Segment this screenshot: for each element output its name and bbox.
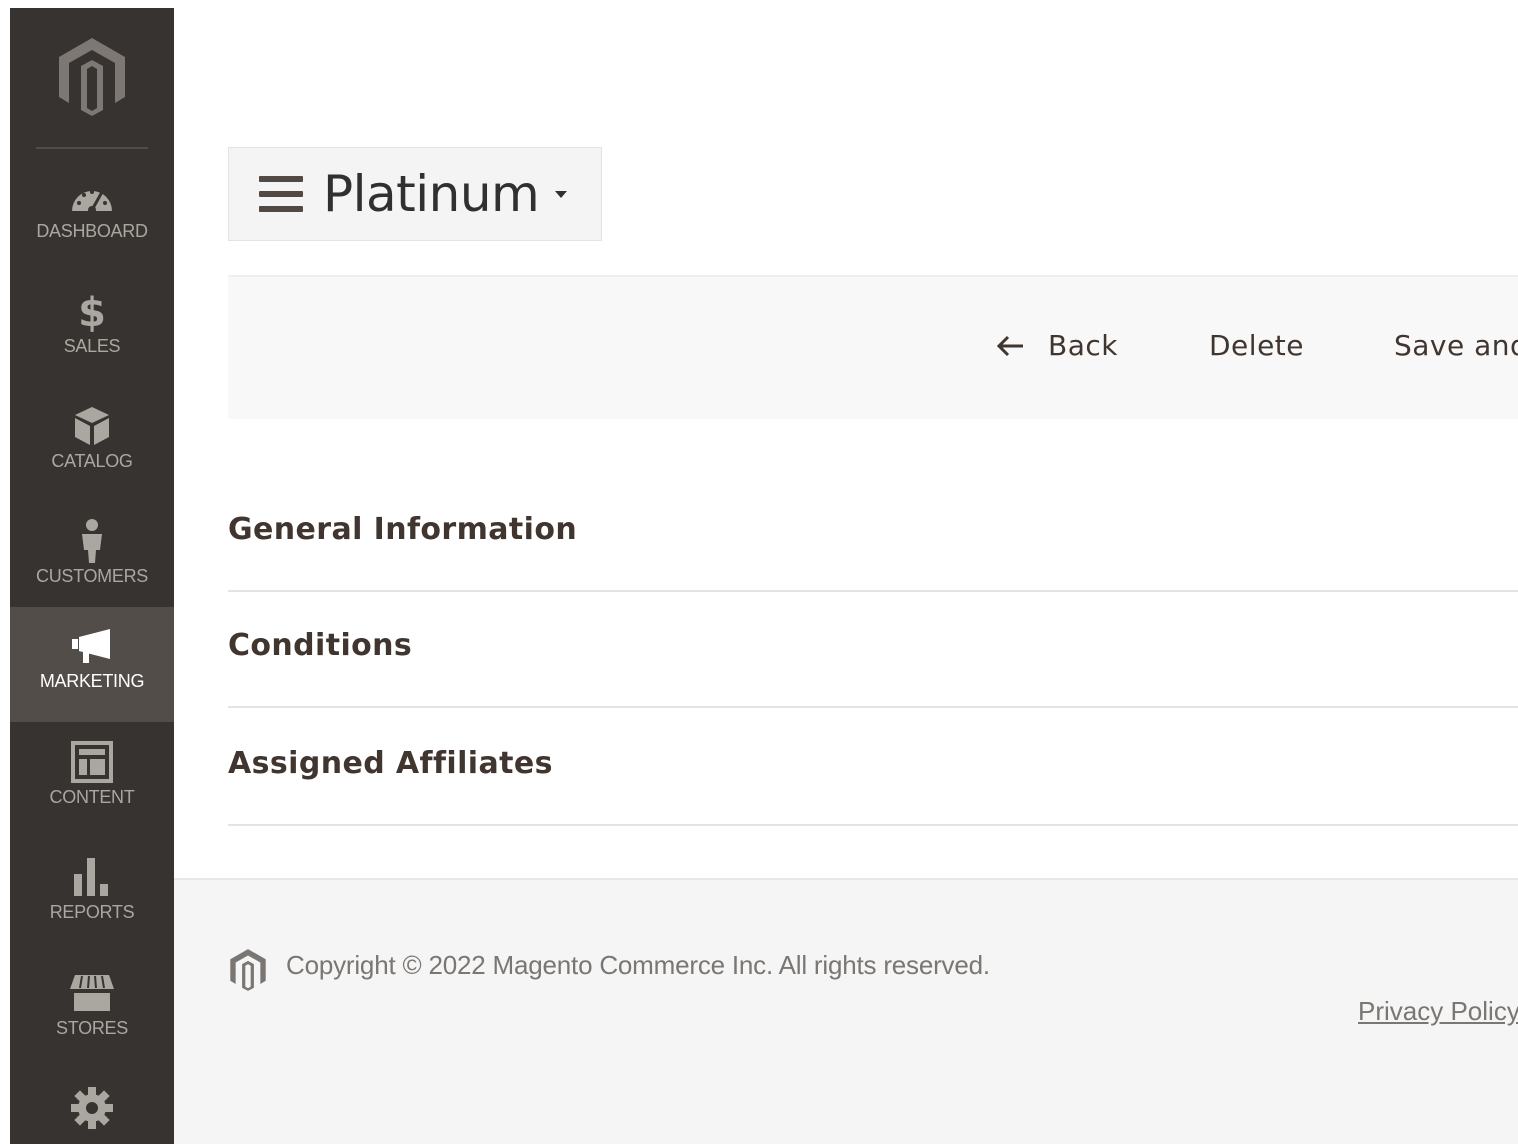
megaphone-icon xyxy=(70,625,114,667)
gear-icon xyxy=(70,1087,114,1129)
magento-footer-logo-icon xyxy=(228,948,268,996)
storefront-icon xyxy=(69,972,115,1014)
page-title: Platinum xyxy=(323,165,540,223)
sidebar-item-dashboard[interactable]: DASHBOARD xyxy=(10,157,174,272)
privacy-policy-link[interactable]: Privacy Policy xyxy=(1358,996,1518,1027)
section-general-information[interactable]: General Information xyxy=(228,464,1518,592)
admin-page: DASHBOARD $ SALES CATALOG CUSTOMERS MARK… xyxy=(0,0,1518,1144)
dashboard-gauge-icon xyxy=(69,175,115,217)
sidebar-item-marketing[interactable]: MARKETING xyxy=(10,607,174,722)
person-icon xyxy=(79,519,105,563)
section-title: General Information xyxy=(228,512,578,547)
svg-text:$: $ xyxy=(78,290,106,332)
sidebar-item-label: CONTENT xyxy=(49,787,135,807)
section-assigned-affiliates[interactable]: Assigned Affiliates xyxy=(228,708,1518,826)
copyright-text: Copyright © 2022 Magento Commerce Inc. A… xyxy=(286,950,990,980)
hamburger-menu-icon xyxy=(259,176,303,212)
sidebar-item-system[interactable] xyxy=(10,1069,174,1144)
page-title-switcher[interactable]: Platinum xyxy=(228,147,602,241)
top-strip xyxy=(0,0,1518,8)
bar-chart-icon xyxy=(72,856,112,898)
section-title: Conditions xyxy=(228,628,413,663)
sidebar-item-reports[interactable]: REPORTS xyxy=(10,838,174,953)
delete-button[interactable]: Delete xyxy=(1209,329,1304,362)
dollar-icon: $ xyxy=(77,290,107,332)
sidebar-item-catalog[interactable]: CATALOG xyxy=(10,387,174,502)
sidebar-item-label: STORES xyxy=(56,1018,128,1038)
sidebar-item-label: SALES xyxy=(63,336,121,356)
sidebar-item-label: CUSTOMERS xyxy=(36,566,148,586)
sidebar-item-sales[interactable]: $ SALES xyxy=(10,272,174,387)
sidebar-item-customers[interactable]: CUSTOMERS xyxy=(10,502,174,617)
section-title: Assigned Affiliates xyxy=(228,746,553,781)
main-content: Platinum Back Delete Save and General In… xyxy=(174,8,1518,1144)
magento-logo-icon xyxy=(59,38,125,116)
logo-divider xyxy=(36,147,148,149)
layout-icon xyxy=(71,741,113,783)
sidebar-item-stores[interactable]: STORES xyxy=(10,954,174,1069)
sidebar-item-label: CATALOG xyxy=(51,451,133,471)
admin-sidebar: DASHBOARD $ SALES CATALOG CUSTOMERS MARK… xyxy=(10,8,174,1144)
sidebar-item-label: REPORTS xyxy=(49,902,135,922)
magento-logo[interactable] xyxy=(10,36,174,118)
page-actions-bar: Back Delete Save and xyxy=(228,275,1518,419)
back-button[interactable]: Back xyxy=(996,329,1118,362)
sidebar-item-label: DASHBOARD xyxy=(36,221,148,241)
save-and-continue-button[interactable]: Save and xyxy=(1394,329,1518,362)
sidebar-item-content[interactable]: CONTENT xyxy=(10,723,174,838)
page-footer: Copyright © 2022 Magento Commerce Inc. A… xyxy=(174,878,1518,1144)
box-icon xyxy=(73,405,111,447)
section-conditions[interactable]: Conditions xyxy=(228,592,1518,708)
arrow-left-icon xyxy=(996,335,1024,357)
sidebar-item-label: MARKETING xyxy=(39,671,145,691)
caret-down-icon xyxy=(555,190,568,198)
back-button-label: Back xyxy=(1048,329,1118,362)
